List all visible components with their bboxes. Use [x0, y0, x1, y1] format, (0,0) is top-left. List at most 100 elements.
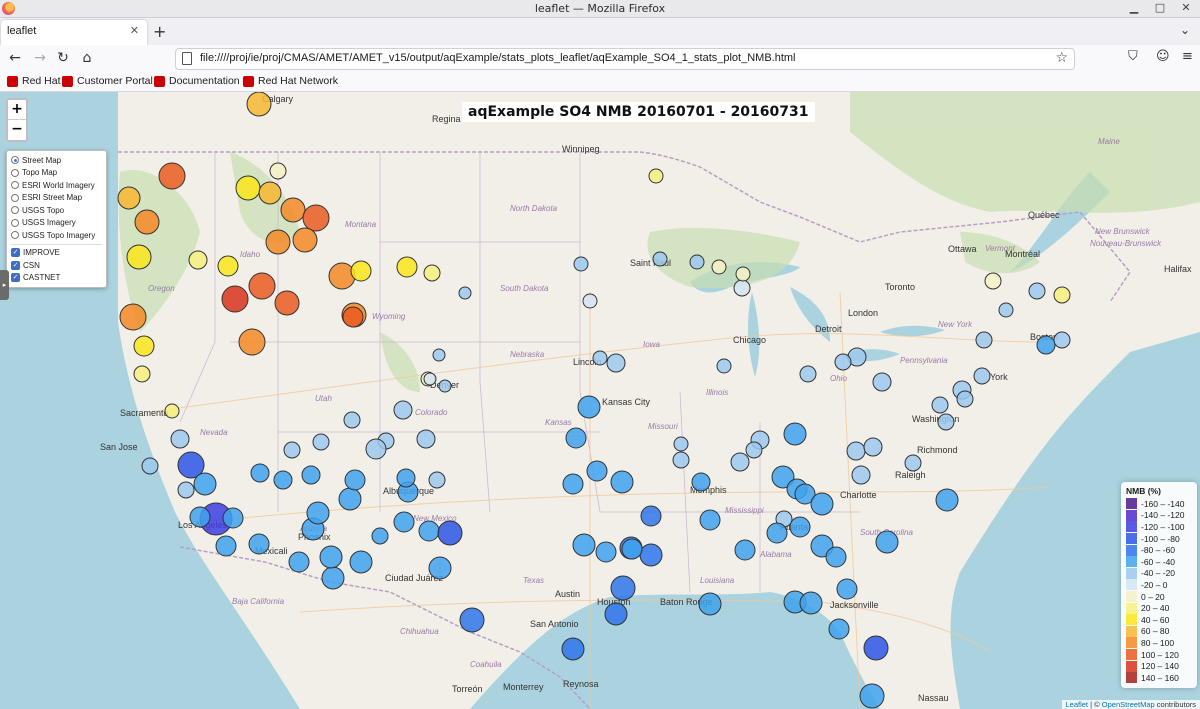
site-marker[interactable] [975, 331, 993, 349]
site-marker[interactable] [648, 168, 664, 184]
site-marker[interactable] [416, 429, 436, 449]
site-marker[interactable] [984, 272, 1002, 290]
site-marker[interactable] [321, 566, 345, 590]
bookmark-customer-portal[interactable]: Customer Portal [62, 75, 153, 87]
new-tab-icon[interactable]: + [153, 22, 166, 41]
radio-icon[interactable] [11, 181, 19, 190]
site-marker[interactable] [119, 303, 147, 331]
site-marker[interactable] [393, 511, 415, 533]
site-marker[interactable] [1053, 331, 1071, 349]
site-marker[interactable] [164, 403, 180, 419]
sidebar-toggle-handle[interactable]: ▸ [0, 270, 9, 300]
site-marker[interactable] [828, 618, 850, 640]
site-marker[interactable] [735, 266, 751, 282]
site-marker[interactable] [698, 592, 722, 616]
site-marker[interactable] [248, 272, 276, 300]
overlay-improve[interactable]: ✓ IMPROVE [11, 247, 102, 260]
site-marker[interactable] [418, 520, 440, 542]
site-marker[interactable] [343, 411, 361, 429]
site-marker[interactable] [851, 465, 871, 485]
osm-link[interactable]: OpenStreetMap [1102, 700, 1155, 709]
checkbox-checked-icon[interactable]: ✓ [11, 248, 20, 258]
site-marker[interactable] [312, 433, 330, 451]
site-marker[interactable] [1053, 286, 1071, 304]
site-marker[interactable] [799, 365, 817, 383]
site-marker[interactable] [691, 472, 711, 492]
site-marker[interactable] [652, 251, 668, 267]
site-marker[interactable] [349, 550, 373, 574]
site-marker[interactable] [217, 255, 239, 277]
site-marker[interactable] [222, 507, 244, 529]
site-marker[interactable] [177, 481, 195, 499]
site-marker[interactable] [301, 465, 321, 485]
zoom-out-button[interactable]: − [8, 120, 26, 140]
site-marker[interactable] [269, 162, 287, 180]
site-marker[interactable] [734, 539, 756, 561]
site-marker[interactable] [438, 379, 452, 393]
site-marker[interactable] [863, 437, 883, 457]
base-layer-usgs-imagery[interactable]: USGS Imagery [11, 217, 102, 230]
account-icon[interactable]: ☺ [1156, 49, 1170, 64]
tab-close-icon[interactable]: ✕ [130, 24, 139, 37]
site-marker[interactable] [273, 470, 293, 490]
site-marker[interactable] [639, 543, 663, 567]
site-marker[interactable] [565, 427, 587, 449]
site-marker[interactable] [733, 279, 751, 297]
site-marker[interactable] [592, 350, 608, 366]
base-layer-esri-world-imagery[interactable]: ESRI World Imagery [11, 179, 102, 192]
checkbox-checked-icon[interactable]: ✓ [11, 273, 20, 283]
base-layer-usgs-topo[interactable]: USGS Topo [11, 204, 102, 217]
site-marker[interactable] [302, 204, 330, 232]
site-marker[interactable] [561, 637, 585, 661]
site-marker[interactable] [126, 244, 152, 270]
map-view[interactable]: Regina Winnipeg North Dakota Montana Idaho Or… [0, 92, 1200, 709]
site-marker[interactable] [904, 454, 922, 472]
site-marker[interactable] [458, 286, 472, 300]
site-marker[interactable] [998, 302, 1014, 318]
site-marker[interactable] [274, 290, 300, 316]
site-marker[interactable] [170, 429, 190, 449]
site-marker[interactable] [699, 509, 721, 531]
site-marker[interactable] [248, 533, 270, 555]
site-marker[interactable] [328, 262, 356, 290]
base-layer-usgs-topo-imagery[interactable]: USGS Topo Imagery [11, 229, 102, 242]
radio-icon[interactable] [11, 168, 19, 177]
site-marker[interactable] [283, 441, 301, 459]
site-marker[interactable] [306, 501, 330, 525]
zoom-in-button[interactable]: + [8, 100, 26, 120]
site-marker[interactable] [673, 436, 689, 452]
list-tabs-icon[interactable]: ⌄ [1180, 23, 1190, 37]
site-marker[interactable] [344, 469, 366, 491]
site-marker[interactable] [428, 556, 452, 580]
radio-icon[interactable] [11, 156, 19, 165]
site-marker[interactable] [859, 683, 885, 709]
site-marker[interactable] [133, 335, 155, 357]
site-marker[interactable] [188, 250, 208, 270]
radio-icon[interactable] [11, 206, 19, 215]
site-marker[interactable] [973, 367, 991, 385]
site-marker[interactable] [292, 227, 318, 253]
minimize-icon[interactable]: ▁ [1128, 1, 1140, 14]
site-marker[interactable] [393, 400, 413, 420]
site-marker[interactable] [238, 328, 266, 356]
maximize-icon[interactable]: □ [1154, 1, 1166, 14]
site-marker[interactable] [141, 457, 159, 475]
checkbox-checked-icon[interactable]: ✓ [11, 260, 20, 270]
site-marker[interactable] [875, 530, 899, 554]
overlay-castnet[interactable]: ✓ CASTNET [11, 272, 102, 285]
site-marker[interactable] [428, 471, 446, 489]
site-marker[interactable] [117, 186, 141, 210]
site-marker[interactable] [730, 452, 750, 472]
forward-icon[interactable]: → [31, 50, 49, 66]
url-bar[interactable]: file:////proj/ie/proj/CMAS/AMET/AMET_v15… [175, 48, 1075, 70]
site-marker[interactable] [836, 578, 858, 600]
site-marker[interactable] [640, 505, 662, 527]
site-marker[interactable] [338, 487, 362, 511]
site-marker[interactable] [935, 488, 959, 512]
site-marker[interactable] [745, 441, 763, 459]
site-marker[interactable] [846, 441, 866, 461]
site-marker[interactable] [396, 256, 418, 278]
site-marker[interactable] [799, 591, 823, 615]
site-marker[interactable] [158, 162, 186, 190]
site-marker[interactable] [572, 533, 596, 557]
